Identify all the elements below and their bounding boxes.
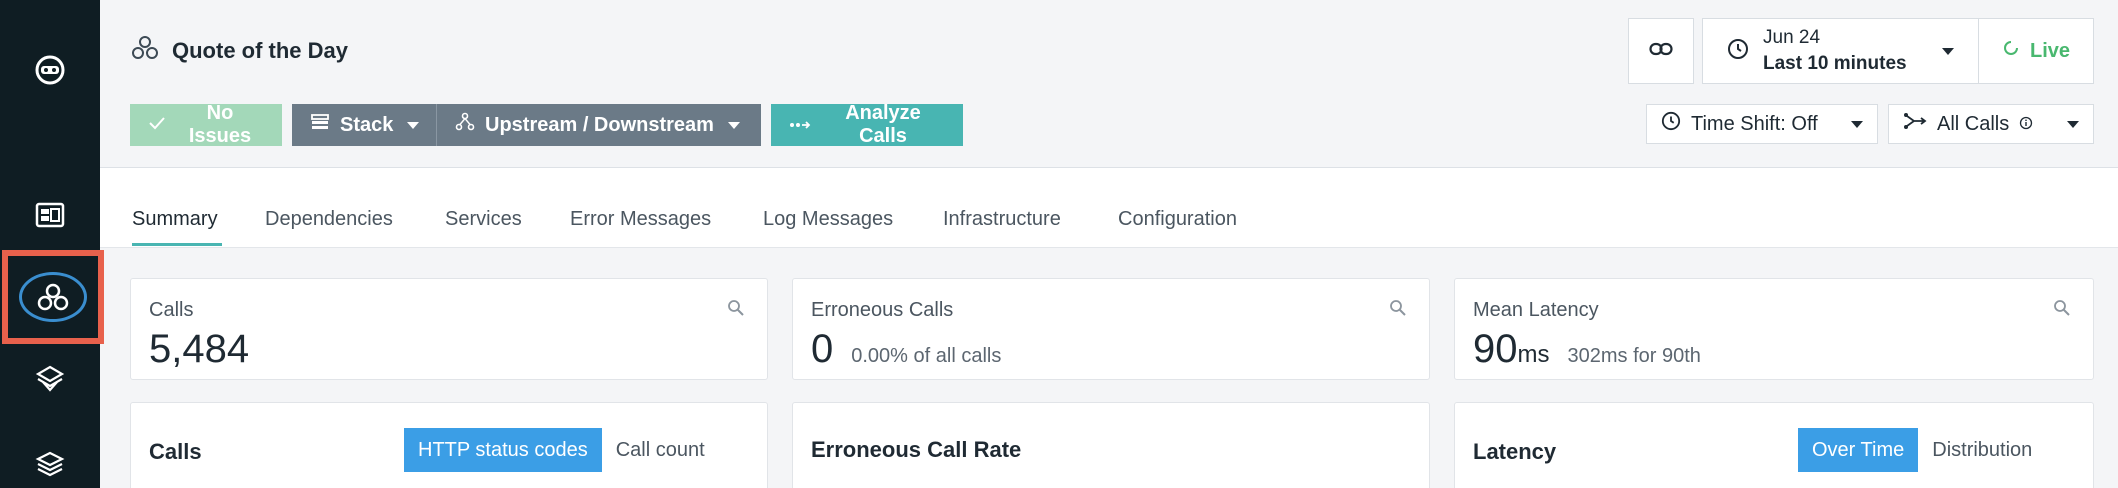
chevron-down-icon <box>407 121 420 129</box>
all-calls-label: All Calls <box>1937 112 2010 135</box>
calls-metric-value: 5,484 <box>149 327 250 371</box>
stack-dropdown[interactable]: Stack <box>292 104 437 146</box>
timeframe-date: Jun 24 <box>1763 27 1821 48</box>
distribution-toggle[interactable]: Distribution <box>1918 428 2047 472</box>
erroneous-calls-value: 0 <box>811 327 834 371</box>
upstream-downstream-dropdown[interactable]: Upstream / Downstream <box>437 104 761 146</box>
page-title: Quote of the Day <box>172 37 349 63</box>
calls-metric-label: Calls <box>149 299 194 321</box>
analyze-calls-label: Analyze Calls <box>845 102 921 147</box>
call-filter-icon <box>1903 112 1927 136</box>
chevron-down-icon <box>1942 47 1954 55</box>
chevron-down-icon <box>1851 120 1863 128</box>
link-icon <box>1649 42 1673 61</box>
tab-infrastructure[interactable]: Infrastructure <box>943 208 1061 231</box>
tab-summary[interactable]: Summary <box>132 208 218 231</box>
zoom-icon[interactable] <box>1389 299 1407 322</box>
all-calls-dropdown[interactable]: All Calls <box>1888 104 2094 144</box>
active-tab-indicator <box>132 243 222 246</box>
erroneous-calls-label: Erroneous Calls <box>811 299 954 321</box>
robot-logo-icon[interactable] <box>30 50 70 90</box>
latency-chart-card: Latency Over Time Distribution <box>1454 402 2094 488</box>
info-icon <box>2019 113 2033 136</box>
mean-latency-label: Mean Latency <box>1473 299 1599 321</box>
application-icon <box>130 34 160 67</box>
calls-metric-card: Calls 5,484 <box>130 278 768 380</box>
stack-label: Stack <box>340 113 394 136</box>
call-count-toggle[interactable]: Call count <box>601 428 719 472</box>
time-controls: Jun 24 Last 10 minutes Live <box>1628 18 2094 84</box>
mean-latency-unit: ms <box>1517 341 1550 368</box>
tab-services[interactable]: Services <box>445 208 522 231</box>
erroneous-call-rate-card: Erroneous Call Rate <box>792 402 1430 488</box>
filter-controls: Time Shift: Off All Calls <box>1646 104 2094 144</box>
latency-90th-percentile: 302ms for 90th <box>1567 345 1701 367</box>
no-issues-label: No Issues <box>188 102 252 147</box>
tab-configuration[interactable]: Configuration <box>1118 208 1237 231</box>
action-bar: No Issues Stack Upstream / Downstream An… <box>130 102 963 147</box>
infrastructure-icon[interactable] <box>30 358 70 398</box>
tab-bar: Summary Dependencies Services Error Mess… <box>100 168 2118 248</box>
erroneous-calls-value-row: 0 0.00% of all calls <box>811 327 1001 372</box>
no-issues-button[interactable]: No Issues <box>130 102 282 147</box>
timeframe-range: Last 10 minutes <box>1763 53 1907 74</box>
over-time-toggle[interactable]: Over Time <box>1798 428 1919 472</box>
chevron-down-icon <box>727 121 740 129</box>
latency-chart-title: Latency <box>1473 439 1557 464</box>
mean-latency-metric-card: Mean Latency 90ms 302ms for 90th <box>1454 278 2094 380</box>
latency-chart-toggle: Over Time Distribution <box>1798 428 2047 472</box>
applications-nav-item[interactable] <box>2 250 104 344</box>
page-title-row: Quote of the Day <box>130 34 348 67</box>
erroneous-call-rate-title: Erroneous Call Rate <box>811 437 1022 462</box>
stack-icon <box>310 113 330 137</box>
clock-icon <box>1727 38 1749 65</box>
time-shift-dropdown[interactable]: Time Shift: Off <box>1646 104 1878 144</box>
refresh-icon <box>2002 39 2020 63</box>
calls-chart-card: Calls HTTP status codes Call count <box>130 402 768 488</box>
check-icon <box>148 114 166 137</box>
copy-link-button[interactable] <box>1628 18 1694 84</box>
analyze-calls-button[interactable]: Analyze Calls <box>771 102 963 147</box>
chevron-down-icon <box>2067 120 2079 128</box>
tab-error-messages[interactable]: Error Messages <box>570 208 711 231</box>
app-header: Quote of the Day No Issues Stack Upstrea… <box>100 0 2118 168</box>
live-label: Live <box>2029 39 2071 62</box>
mean-latency-value: 90 <box>1473 327 1518 371</box>
analyze-arrows-icon <box>789 114 811 137</box>
zoom-icon[interactable] <box>2053 299 2071 322</box>
timeframe-picker[interactable]: Jun 24 Last 10 minutes <box>1702 18 1978 84</box>
calls-chart-title: Calls <box>149 439 202 464</box>
applications-icon <box>19 272 87 322</box>
clock-icon <box>1661 111 1681 137</box>
platforms-stack-icon[interactable] <box>30 444 70 484</box>
zoom-icon[interactable] <box>727 299 745 322</box>
http-status-codes-toggle[interactable]: HTTP status codes <box>404 428 602 472</box>
erroneous-calls-metric-card: Erroneous Calls 0 0.00% of all calls <box>792 278 1430 380</box>
upstream-downstream-label: Upstream / Downstream <box>485 113 714 136</box>
tab-dependencies[interactable]: Dependencies <box>265 208 393 231</box>
dependency-graph-icon <box>455 112 475 138</box>
calls-chart-toggle: HTTP status codes Call count <box>404 428 719 472</box>
mean-latency-value-row: 90ms 302ms for 90th <box>1473 327 1701 372</box>
sidebar <box>0 0 104 488</box>
time-shift-label: Time Shift: Off <box>1691 112 1818 135</box>
erroneous-calls-percent: 0.00% of all calls <box>851 345 1002 367</box>
dashboard-icon[interactable] <box>30 195 70 235</box>
live-toggle[interactable]: Live <box>1978 18 2094 84</box>
tab-log-messages[interactable]: Log Messages <box>763 208 893 231</box>
